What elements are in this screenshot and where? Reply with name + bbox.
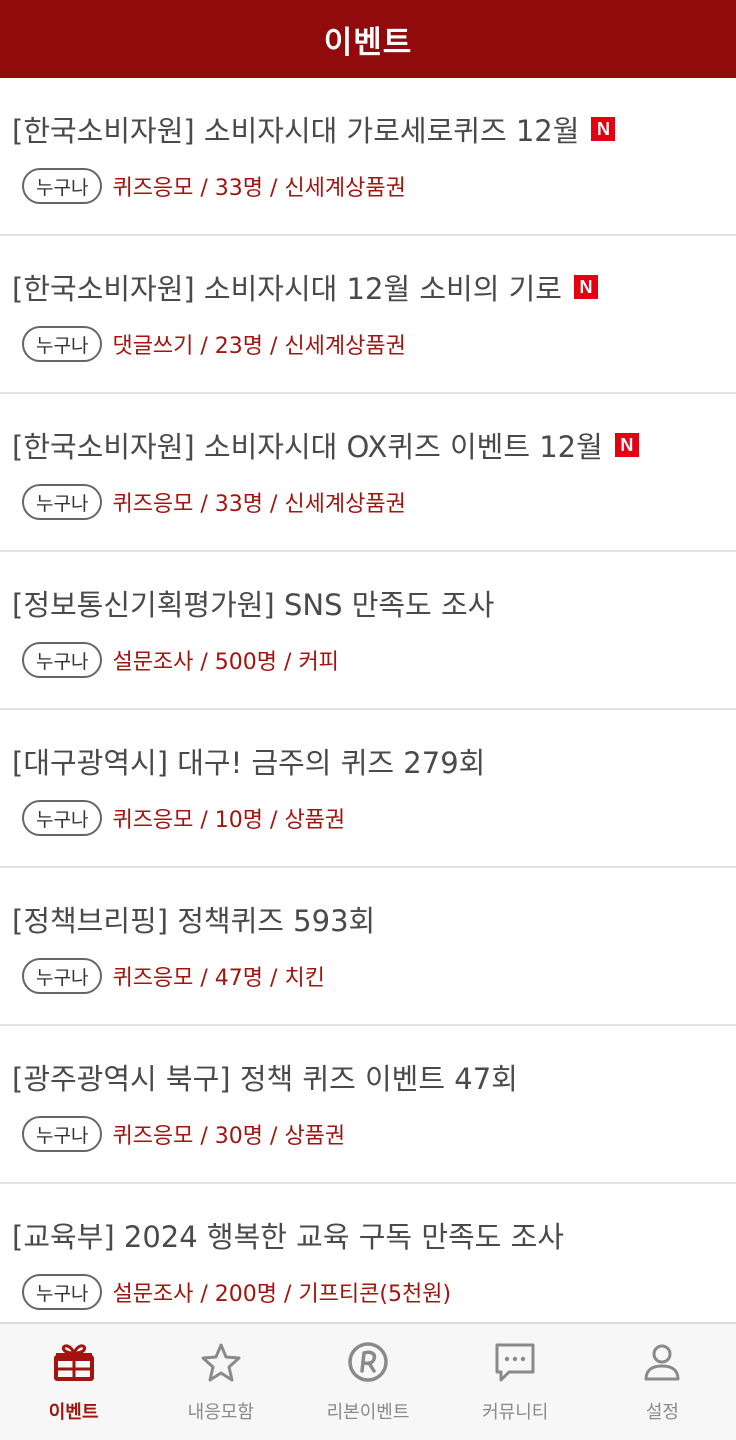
page-title: 이벤트 [323, 24, 413, 61]
tab-label: 설정 [645, 1402, 679, 1423]
target-badge: 누구나 [22, 800, 103, 836]
tab-settings[interactable]: 설정 [589, 1324, 736, 1440]
tab-my-entries[interactable]: 내응모함 [147, 1324, 294, 1440]
event-title-text: [한국소비자원] 소비자시대 OX퀴즈 이벤트 12월 [12, 430, 603, 464]
event-title-text: [한국소비자원] 소비자시대 가로세로퀴즈 12월 [12, 114, 580, 148]
event-meta: 누구나 퀴즈응모 / 33명 / 신세계상품권 [22, 484, 406, 520]
event-info: 댓글쓰기 / 23명 / 신세계상품권 [112, 334, 406, 359]
event-title: [정책브리핑] 정책퀴즈 593회 [12, 898, 375, 940]
event-info: 퀴즈응모 / 33명 / 신세계상품권 [112, 492, 406, 517]
tab-ribbon-event[interactable]: 리본이벤트 [294, 1324, 441, 1440]
event-meta: 누구나 댓글쓰기 / 23명 / 신세계상품권 [22, 326, 406, 362]
new-badge: N [573, 275, 598, 299]
event-title: [한국소비자원] 소비자시대 가로세로퀴즈 12월 N [12, 108, 616, 150]
event-item[interactable]: [한국소비자원] 소비자시대 12월 소비의 기로 N 누구나 댓글쓰기 / 2… [0, 236, 736, 394]
target-badge: 누구나 [22, 326, 103, 362]
r-logo-icon [348, 1342, 388, 1382]
person-icon [644, 1344, 680, 1381]
event-item[interactable]: [정책브리핑] 정책퀴즈 593회 누구나 퀴즈응모 / 47명 / 치킨 [0, 868, 736, 1026]
event-info: 퀴즈응모 / 47명 / 치킨 [112, 966, 325, 991]
event-meta: 누구나 퀴즈응모 / 10명 / 상품권 [22, 800, 345, 836]
event-title-text: [한국소비자원] 소비자시대 12월 소비의 기로 [12, 272, 562, 306]
tab-label: 내응모함 [187, 1402, 254, 1423]
event-meta: 누구나 퀴즈응모 / 47명 / 치킨 [22, 958, 325, 994]
chat-icon [495, 1343, 535, 1382]
event-info: 설문조사 / 500명 / 커피 [112, 650, 339, 675]
event-title-text: [광주광역시 북구] 정책 퀴즈 이벤트 47회 [12, 1062, 518, 1096]
event-meta: 누구나 퀴즈응모 / 30명 / 상품권 [22, 1116, 345, 1152]
tab-event[interactable]: 이벤트 [0, 1324, 147, 1440]
event-title: [한국소비자원] 소비자시대 OX퀴즈 이벤트 12월 N [12, 424, 639, 466]
event-item[interactable]: [교육부] 2024 행복한 교육 구독 만족도 조사 누구나 설문조사 / 2… [0, 1184, 736, 1342]
target-badge: 누구나 [22, 1116, 103, 1152]
event-title-text: [정보통신기획평가원] SNS 만족도 조사 [12, 588, 495, 622]
tab-label: 커뮤니티 [482, 1402, 549, 1423]
event-item[interactable]: [한국소비자원] 소비자시대 OX퀴즈 이벤트 12월 N 누구나 퀴즈응모 /… [0, 394, 736, 552]
event-item[interactable]: [대구광역시] 대구! 금주의 퀴즈 279회 누구나 퀴즈응모 / 10명 /… [0, 710, 736, 868]
star-icon [201, 1343, 241, 1382]
event-meta: 누구나 설문조사 / 500명 / 커피 [22, 642, 339, 678]
event-title-text: [교육부] 2024 행복한 교육 구독 만족도 조사 [12, 1220, 564, 1254]
event-title: [대구광역시] 대구! 금주의 퀴즈 279회 [12, 740, 485, 782]
event-item[interactable]: [광주광역시 북구] 정책 퀴즈 이벤트 47회 누구나 퀴즈응모 / 30명 … [0, 1026, 736, 1184]
event-item[interactable]: [한국소비자원] 소비자시대 가로세로퀴즈 12월 N 누구나 퀴즈응모 / 3… [0, 78, 736, 236]
event-meta: 누구나 퀴즈응모 / 33명 / 신세계상품권 [22, 168, 406, 204]
target-badge: 누구나 [22, 484, 103, 520]
event-title: [교육부] 2024 행복한 교육 구독 만족도 조사 [12, 1214, 564, 1256]
tab-community[interactable]: 커뮤니티 [442, 1324, 589, 1440]
event-info: 퀴즈응모 / 33명 / 신세계상품권 [112, 176, 406, 201]
target-badge: 누구나 [22, 958, 103, 994]
app-header: 이벤트 [0, 0, 736, 78]
event-meta: 누구나 설문조사 / 200명 / 기프티콘(5천원) [22, 1274, 451, 1310]
event-list: [한국소비자원] 소비자시대 가로세로퀴즈 12월 N 누구나 퀴즈응모 / 3… [0, 78, 736, 1342]
event-title-text: [정책브리핑] 정책퀴즈 593회 [12, 904, 376, 938]
gift-icon [53, 1344, 94, 1381]
tab-label: 리본이벤트 [326, 1402, 410, 1423]
event-title-text: [대구광역시] 대구! 금주의 퀴즈 279회 [12, 746, 486, 780]
target-badge: 누구나 [22, 1274, 103, 1310]
event-title: [한국소비자원] 소비자시대 12월 소비의 기로 N [12, 266, 598, 308]
bottom-tab-bar: 이벤트 내응모함 리본이벤트 커뮤니티 설정 [0, 1322, 736, 1440]
tab-label: 이벤트 [48, 1402, 99, 1423]
event-title: [정보통신기획평가원] SNS 만족도 조사 [12, 582, 494, 624]
event-info: 퀴즈응모 / 10명 / 상품권 [112, 808, 346, 833]
new-badge: N [591, 117, 616, 141]
event-info: 퀴즈응모 / 30명 / 상품권 [112, 1124, 346, 1149]
event-item[interactable]: [정보통신기획평가원] SNS 만족도 조사 누구나 설문조사 / 500명 /… [0, 552, 736, 710]
target-badge: 누구나 [22, 168, 103, 204]
new-badge: N [614, 433, 639, 457]
event-title: [광주광역시 북구] 정책 퀴즈 이벤트 47회 [12, 1056, 518, 1098]
target-badge: 누구나 [22, 642, 103, 678]
event-info: 설문조사 / 200명 / 기프티콘(5천원) [112, 1282, 452, 1307]
